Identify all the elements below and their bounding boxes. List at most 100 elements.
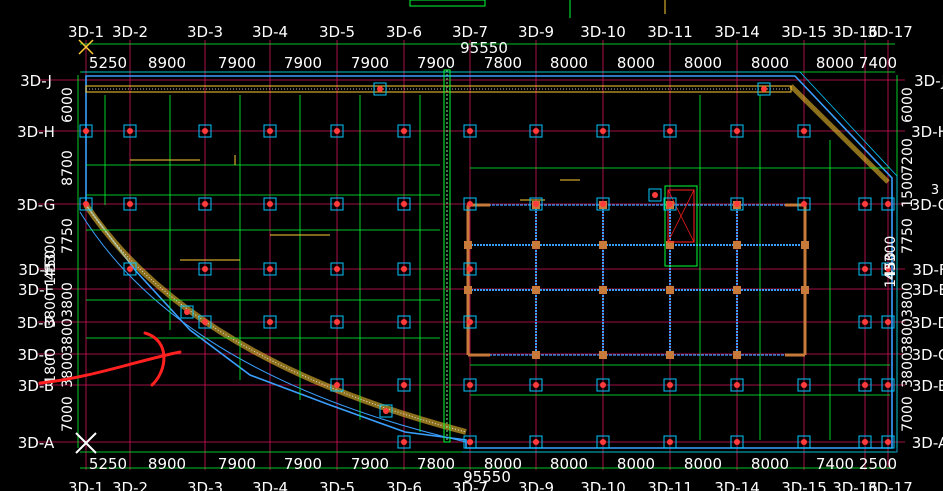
axis-label-top: 3D-9 bbox=[518, 23, 554, 41]
core-column bbox=[532, 241, 540, 249]
dimension-top: 8000 bbox=[617, 54, 655, 72]
core-column bbox=[464, 241, 472, 249]
axis-label-top: 3D-3 bbox=[187, 23, 223, 41]
column-core bbox=[383, 408, 389, 414]
axis-label-right: 3D-E bbox=[912, 281, 943, 299]
core-column bbox=[599, 241, 607, 249]
column-core bbox=[401, 128, 407, 134]
dimension-bottom: 7400 bbox=[816, 455, 854, 473]
dimension-bottom: 8000 bbox=[751, 455, 789, 473]
structural-plan-drawing: 3D-1 3D-1 3D-2 3D-2 3D-3 3D-3 3D-4 3D-4 3D-5 3D-5… bbox=[17, 0, 943, 491]
dimension-right: 3800 bbox=[900, 352, 916, 388]
column-core bbox=[267, 266, 273, 272]
axis-label-bottom: 3D-6 bbox=[386, 479, 422, 491]
column-core bbox=[401, 382, 407, 388]
dimension-top: 7900 bbox=[218, 54, 256, 72]
column-core bbox=[734, 382, 740, 388]
column-core bbox=[600, 382, 606, 388]
axis-label-right-extra: 3 bbox=[931, 183, 939, 198]
dimension-bottom: 5250 bbox=[89, 455, 127, 473]
grid-group bbox=[38, 40, 905, 470]
dimension-bottom: 7800 bbox=[417, 455, 455, 473]
column-core bbox=[885, 439, 891, 445]
column-core bbox=[885, 382, 891, 388]
core-column bbox=[666, 286, 674, 294]
column-core bbox=[202, 266, 208, 272]
column-core bbox=[667, 128, 673, 134]
column-core bbox=[184, 309, 190, 315]
core-column bbox=[599, 351, 607, 359]
axis-label-top: 3D-10 bbox=[580, 23, 626, 41]
dimension-bottom: 7900 bbox=[351, 455, 389, 473]
column-core bbox=[734, 201, 740, 207]
column-core bbox=[334, 382, 340, 388]
dimension-top: 7900 bbox=[417, 54, 455, 72]
dimension-top: 7900 bbox=[351, 54, 389, 72]
column-core bbox=[801, 439, 807, 445]
core-frame-group bbox=[464, 185, 809, 359]
column-core bbox=[377, 86, 383, 92]
column-core bbox=[401, 319, 407, 325]
core-frame-outline bbox=[467, 204, 806, 356]
axis-label-left: 3D-A bbox=[18, 434, 55, 452]
dimension-right: 3800 bbox=[900, 318, 916, 354]
dimension-bottom: 7900 bbox=[218, 455, 256, 473]
dimension-top: 8000 bbox=[684, 54, 722, 72]
axis-label-top: 3D-5 bbox=[319, 23, 355, 41]
column-core bbox=[467, 319, 473, 325]
axis-label-top: 3D-4 bbox=[252, 23, 288, 41]
dimension-top: 7900 bbox=[284, 54, 322, 72]
dimension-bottom: 8900 bbox=[148, 455, 186, 473]
dimension-top: 8000 bbox=[550, 54, 588, 72]
dimension-right: 7000 bbox=[900, 396, 916, 432]
dimension-bottom: 8000 bbox=[550, 455, 588, 473]
axis-label-right: 3D-F bbox=[912, 261, 943, 279]
dimension-left: 3800 bbox=[60, 352, 76, 388]
dimension-left-overlap: 3800 bbox=[43, 292, 59, 328]
axis-label-top: 3D-17 bbox=[867, 23, 913, 41]
core-column bbox=[801, 241, 809, 249]
dimension-top: 8000 bbox=[816, 54, 854, 72]
column-core bbox=[862, 382, 868, 388]
column-core bbox=[600, 439, 606, 445]
axis-label-right: 3D-A bbox=[912, 434, 943, 452]
column-core bbox=[600, 128, 606, 134]
column-core bbox=[862, 201, 868, 207]
dimension-group bbox=[77, 43, 898, 469]
column-core bbox=[467, 201, 473, 207]
dimension-text-group: 5250 8900 7900 7900 7900 7900 7800 8000 8000 8000… bbox=[43, 39, 916, 486]
column-core bbox=[667, 382, 673, 388]
curved-slab-edge bbox=[79, 211, 467, 443]
column-core bbox=[533, 201, 539, 207]
dimension-top-total: 95550 bbox=[460, 39, 508, 57]
dimension-right: 3800 bbox=[900, 282, 916, 318]
dimension-left: 3800 bbox=[60, 318, 76, 354]
core-column bbox=[733, 286, 741, 294]
column-core bbox=[533, 439, 539, 445]
dimension-right-overlap: 1450 bbox=[883, 252, 899, 288]
column-core bbox=[734, 439, 740, 445]
dimension-bottom: 7900 bbox=[284, 455, 322, 473]
dimension-left: 7750 bbox=[60, 218, 76, 254]
axis-label-top: 3D-1 bbox=[68, 23, 104, 41]
column-core bbox=[862, 319, 868, 325]
axis-label-bottom: 3D-17 bbox=[867, 479, 913, 491]
column-core bbox=[761, 86, 767, 92]
core-column bbox=[464, 286, 472, 294]
dimension-bottom: 8000 bbox=[684, 455, 722, 473]
title-fragments-group bbox=[409, 0, 666, 18]
column-core bbox=[401, 439, 407, 445]
dimension-right: 7200 bbox=[900, 138, 916, 174]
column-core bbox=[862, 439, 868, 445]
axis-label-bottom: 3D-15 bbox=[781, 479, 827, 491]
axis-label-bottom: 3D-5 bbox=[319, 479, 355, 491]
dimension-bottom: 8000 bbox=[617, 455, 655, 473]
column-core bbox=[334, 266, 340, 272]
axis-label-top: 3D-11 bbox=[647, 23, 693, 41]
column-core bbox=[267, 128, 273, 134]
axis-label-top: 3D-6 bbox=[386, 23, 422, 41]
column-core bbox=[127, 128, 133, 134]
dimension-top: 5250 bbox=[89, 54, 127, 72]
dimension-left-overlap: 1450 bbox=[43, 250, 59, 286]
column-core bbox=[667, 439, 673, 445]
